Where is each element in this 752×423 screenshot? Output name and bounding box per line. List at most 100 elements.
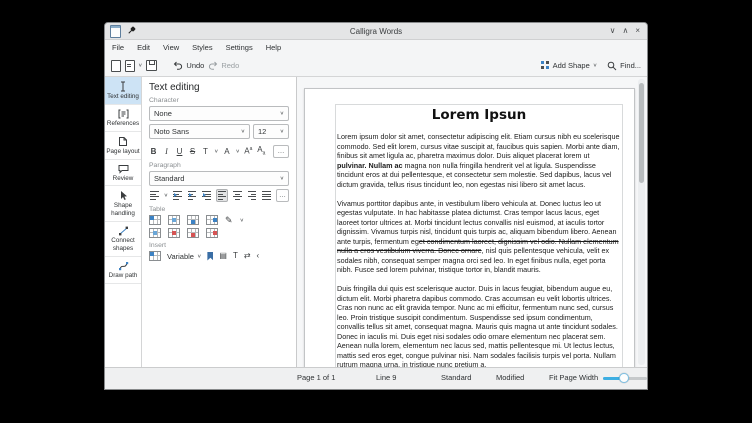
sidebar-item-shape-handling[interactable]: Shape handling [105,186,141,223]
text-cursor-icon [121,81,125,92]
align-right-button[interactable] [247,190,258,201]
text-color-button[interactable]: T [201,147,210,156]
special-character-icon[interactable]: ‹ [257,252,260,260]
text-frame-icon[interactable]: T [233,252,238,260]
sidebar-item-text-editing[interactable]: Text editing [105,77,141,105]
chevron-down-icon: ∨ [279,176,284,182]
italic-button[interactable]: I [162,147,171,156]
insert-row-button[interactable] [168,215,180,225]
paragraph-style-status[interactable]: Standard [441,373,471,382]
paragraph-format-row: ∨ … [149,189,289,202]
maximize-button[interactable]: ∧ [622,27,628,35]
review-bubble-icon [118,164,128,174]
close-button[interactable]: × [635,27,640,35]
align-left-button[interactable] [215,189,229,202]
find-button[interactable]: Find... [607,61,641,71]
chevron-down-icon[interactable]: ∨ [164,193,168,199]
chevron-down-icon[interactable]: ∨ [235,149,239,155]
underline-button[interactable]: U [175,147,184,156]
delete-column-button[interactable] [187,228,199,238]
chevron-down-icon[interactable]: ∨ [240,217,244,223]
panel-title: Text editing [149,82,200,93]
line-number-status[interactable]: Line 9 [376,373,396,382]
bookmark-icon[interactable] [207,251,214,261]
sidebar-item-draw-path[interactable]: Draw path [105,257,141,284]
menu-help[interactable]: Help [266,43,281,52]
increase-indent-button[interactable] [187,190,198,201]
paragraph[interactable]: Lorem ipsum dolor sit amet, consectetur … [337,132,621,189]
vertical-scrollbar[interactable] [638,79,645,365]
page-layout-icon [119,136,127,146]
document-page[interactable]: Lorem Ipsun Lorem ipsum dolor sit amet, … [304,88,635,367]
insert-table-button[interactable] [149,215,161,225]
open-document-icon [125,59,135,72]
strikethrough-button[interactable]: S [188,147,197,156]
sidebar-item-page-layout[interactable]: Page layout [105,132,141,160]
highlight-color-button[interactable]: A [222,147,231,156]
title-bar[interactable]: Calligra Words ∨ ∧ × [105,23,647,40]
page-count-status[interactable]: Page 1 of 1 [297,373,335,382]
minimize-button[interactable]: ∨ [610,27,616,35]
menu-file[interactable]: File [112,43,124,52]
paragraph-style-select[interactable]: Standard ∨ [149,171,289,186]
first-line-indent-button[interactable] [201,190,212,201]
sidebar-item-references[interactable]: References [105,105,141,132]
zoom-slider[interactable] [603,373,647,383]
zoom-mode-status[interactable]: Fit Page Width [549,373,598,382]
bold-button[interactable]: B [149,147,158,156]
add-shape-button[interactable]: Add Shape ∨ [540,61,597,70]
font-size-select[interactable]: 12 ∨ [253,124,289,139]
paragraph[interactable]: Vivamus porttitor dapibus ante, in vesti… [337,199,621,275]
list-style-button[interactable] [149,190,160,201]
menu-settings[interactable]: Settings [226,43,253,52]
align-center-button[interactable] [232,190,243,201]
page-break-icon[interactable]: ⇄ [244,252,251,260]
chevron-down-icon[interactable]: ∨ [138,63,142,69]
delete-row-button[interactable] [168,228,180,238]
menu-styles[interactable]: Styles [192,43,212,52]
character-format-row: B I U S T ∨ A ∨ Aa Aa … [149,145,289,158]
save-button[interactable] [146,60,158,71]
path-icon [118,261,128,271]
sidebar-item-review[interactable]: Review [105,160,141,187]
split-cells-button[interactable] [206,215,218,225]
status-bar: Page 1 of 1 Line 9 Standard Modified Fit… [105,367,647,389]
zoom-slider-handle[interactable] [619,373,629,383]
font-family-select[interactable]: Noto Sans ∨ [149,124,250,139]
find-label: Find... [620,61,641,70]
document-canvas[interactable]: Lorem Ipsun Lorem ipsum dolor sit amet, … [297,77,647,367]
sidebar-item-connect-shapes[interactable]: Connect shapes [105,222,141,257]
cursor-arrow-icon [121,191,127,201]
character-style-select[interactable]: None ∨ [149,106,289,121]
section-icon[interactable]: ▤ [219,252,227,260]
merge-cells-button[interactable] [149,228,161,238]
insert-variable-select[interactable]: Variable ∨ [167,252,201,261]
paragraph[interactable]: Duis fringilla dui quis est scelerisque … [337,284,621,367]
border-pen-icon[interactable]: ✎ [225,215,233,225]
text-frame[interactable]: Lorem Ipsun Lorem ipsum dolor sit amet, … [335,104,623,367]
align-justify-button[interactable] [261,190,272,201]
scrollbar-thumb[interactable] [639,83,644,183]
superscript-button[interactable]: Aa [244,147,253,156]
chevron-down-icon[interactable]: ∨ [214,149,218,155]
insert-table-of-contents-button[interactable] [149,251,161,261]
open-document-button[interactable]: ∨ [125,59,142,72]
document-title[interactable]: Lorem Ipsun [337,107,621,123]
menu-edit[interactable]: Edit [137,43,150,52]
more-paragraph-options-button[interactable]: … [276,189,289,202]
chevron-down-icon: ∨ [240,129,245,135]
insert-row: Variable ∨ ▤ T ⇄ ‹ [149,251,289,261]
new-document-button[interactable] [111,59,121,72]
subscript-button[interactable]: Aa [257,146,266,157]
delete-table-button[interactable] [206,228,218,238]
menu-view[interactable]: View [163,43,179,52]
insert-column-button[interactable] [187,215,199,225]
undo-button[interactable]: Undo [173,61,204,70]
redo-button[interactable]: Redo [208,61,239,70]
document-body[interactable]: Lorem ipsum dolor sit amet, consectetur … [337,132,621,367]
insert-section-label: Insert [149,242,166,249]
modified-status[interactable]: Modified [496,373,524,382]
decrease-indent-button[interactable] [172,190,183,201]
more-character-options-button[interactable]: … [273,145,289,158]
references-icon [118,109,128,119]
